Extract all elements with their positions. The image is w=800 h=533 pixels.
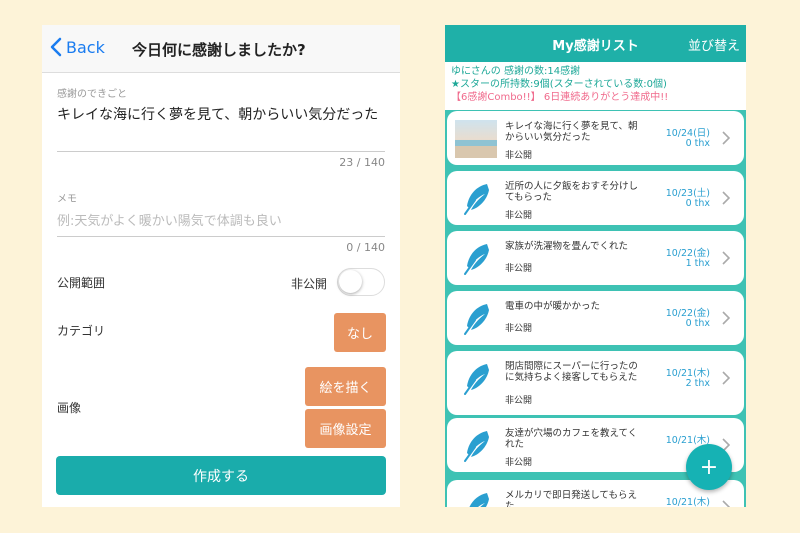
divider <box>57 236 385 237</box>
list-item[interactable]: 近所の人に夕飯をおすそ分けしてもらった非公開 10/23(土) 0 thx <box>447 171 744 225</box>
item-title: 近所の人に夕飯をおすそ分けしてもらった <box>505 181 639 203</box>
item-thx-count: 0 thx <box>685 138 710 149</box>
item-status: 非公開 <box>505 211 533 221</box>
item-date: 10/22(金) <box>665 248 710 259</box>
item-date: 10/21(木) <box>665 368 710 379</box>
back-label: Back <box>66 37 105 57</box>
category-label: カテゴリ <box>57 324 106 338</box>
list-header: My感謝リスト 並び替え <box>445 25 746 62</box>
back-button[interactable]: Back <box>50 37 105 57</box>
item-thx-count: 0 thx <box>685 198 710 209</box>
list-item[interactable]: 家族が洗濯物を畳んでくれた 非公開 10/22(金) 1 thx <box>447 231 744 285</box>
item-thx-count: 2 thx <box>685 378 710 389</box>
item-status: 非公開 <box>505 458 533 468</box>
visibility-label: 公開範囲 <box>57 276 106 290</box>
image-label: 画像 <box>57 401 82 415</box>
toggle-knob <box>339 270 362 293</box>
draw-button[interactable]: 絵を描く <box>305 367 386 406</box>
item-thx-count: 1 thx <box>685 258 710 269</box>
visibility-toggle[interactable] <box>337 268 385 296</box>
list-item[interactable]: キレイな海に行く夢を見て、朝からいい気分だった非公開 10/24(日) 0 thx <box>447 111 744 165</box>
feather-icon <box>455 300 497 338</box>
feather-icon <box>455 427 497 465</box>
divider <box>57 151 385 152</box>
feather-icon <box>455 360 497 398</box>
create-button[interactable]: 作成する <box>56 456 386 495</box>
feather-icon <box>455 489 497 507</box>
chevron-left-icon <box>50 37 62 57</box>
item-title: 家族が洗濯物を畳んでくれた <box>505 241 629 252</box>
page-title: 今日何に感謝しましたか? <box>132 41 306 59</box>
item-status: 非公開 <box>505 396 533 406</box>
combo-badge: 【6感謝Combo!!】 6日連続ありがとう達成中!! <box>451 92 669 103</box>
item-title: 友達が穴場のカフェを教えてくれた <box>505 428 638 450</box>
chevron-right-icon <box>722 499 731 507</box>
sort-button[interactable]: 並び替え <box>688 35 740 54</box>
item-status: 非公開 <box>505 264 533 274</box>
visibility-value: 非公開 <box>290 277 327 291</box>
item-thumbnail <box>455 120 497 158</box>
nav-bar: Back 今日何に感謝しましたか? <box>42 25 400 73</box>
category-button[interactable]: なし <box>334 313 386 352</box>
image-settings-button[interactable]: 画像設定 <box>305 409 386 448</box>
thanks-count: ゆにさんの 感謝の数:14感謝 <box>451 66 581 77</box>
list-item[interactable]: 閉店間際にスーパーに行ったのに気持ちよく接客してもらえた非公開 10/21(木) 2… <box>447 351 744 415</box>
chevron-right-icon <box>722 310 731 329</box>
chevron-right-icon <box>722 250 731 269</box>
feather-icon <box>455 180 497 218</box>
item-status: 非公開 <box>505 324 533 334</box>
memo-field[interactable]: 例:天気がよく暖かい陽気で体調も良い <box>57 210 387 229</box>
event-field[interactable]: キレイな海に行く夢を見て、朝からいい気分だった <box>57 105 387 126</box>
memo-counter: 0 / 140 <box>346 241 385 254</box>
feather-icon <box>455 240 497 278</box>
item-title: キレイな海に行く夢を見て、朝からいい気分だった <box>505 121 638 143</box>
item-title: 電車の中が暖かかった <box>505 301 601 312</box>
star-count: ★スターの所持数:9個(スターされている数:0個) <box>451 79 667 90</box>
chevron-right-icon <box>722 190 731 209</box>
event-counter: 23 / 140 <box>339 156 385 169</box>
item-title: メルカリで即日発送してもらえた <box>505 490 637 507</box>
item-title: 閉店間際にスーパーに行ったのに気持ちよく接客してもらえた <box>505 361 638 383</box>
item-status: 非公開 <box>505 151 533 161</box>
stats-panel: ゆにさんの 感謝の数:14感謝 ★スターの所持数:9個(スターされている数:0個… <box>445 62 746 110</box>
event-label: 感謝のできごと <box>57 89 127 100</box>
item-date: 10/21(木) <box>665 497 710 507</box>
list-item[interactable]: 電車の中が暖かかった 非公開 10/22(金) 0 thx <box>447 291 744 345</box>
item-date: 10/24(日) <box>665 128 710 139</box>
chevron-right-icon <box>722 130 731 149</box>
memo-label: メモ <box>57 194 77 205</box>
add-button[interactable]: + <box>686 444 732 490</box>
item-date: 10/23(土) <box>665 188 710 199</box>
item-date: 10/22(金) <box>665 308 710 319</box>
chevron-right-icon <box>722 370 731 389</box>
item-thx-count: 0 thx <box>685 318 710 329</box>
thanks-list-screen: My感謝リスト 並び替え ゆにさんの 感謝の数:14感謝 ★スターの所持数:9個… <box>445 25 746 507</box>
create-thanks-screen: Back 今日何に感謝しましたか? 感謝のできごと キレイな海に行く夢を見て、朝… <box>42 25 400 507</box>
